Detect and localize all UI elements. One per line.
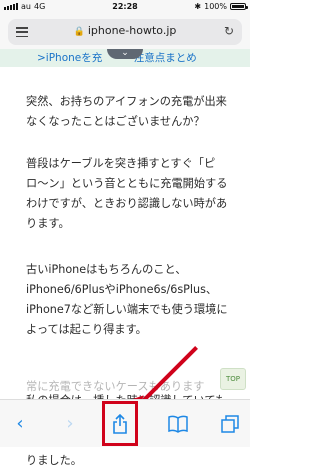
battery-percent: 100% — [204, 2, 227, 11]
share-button-highlight — [102, 401, 138, 446]
scroll-top-button[interactable]: TOP — [220, 368, 246, 390]
lock-icon: 🔒 — [73, 27, 85, 37]
tabs-button[interactable] — [210, 400, 250, 447]
forward-button[interactable]: › — [50, 400, 90, 447]
bluetooth-icon: ✱ — [194, 2, 202, 11]
url-text: iphone-howto.jp — [87, 24, 177, 37]
chevron-right-icon: › — [66, 413, 74, 434]
url-field[interactable]: 🔒 iphone-howto.jp ↻ — [8, 19, 242, 45]
article-banner: >iPhoneを充 注意点まとめ ⌄ — [0, 49, 250, 67]
status-bar: au 4G 22:28 ✱ 100% — [0, 0, 250, 15]
bookmarks-button[interactable] — [158, 400, 198, 447]
tabs-icon — [221, 414, 239, 433]
address-bar: 🔒 iphone-howto.jp ↻ — [0, 15, 250, 50]
paragraph-2: 普段はケーブルを突き挿すとすぐ「ピロ〜ン」という音とともに充電開始するわけですが… — [26, 157, 228, 230]
back-button[interactable]: ‹ — [0, 400, 40, 447]
paragraph-1: 突然、お持ちのアイフォンの充電が出来なくなったことはございませんか？ — [26, 95, 227, 128]
paragraph-3: 古いiPhoneはもちろんのこと、iPhone6/6PlusやiPhone6s/… — [26, 263, 228, 336]
status-right: ✱ 100% — [194, 2, 248, 11]
url-display[interactable]: 🔒 iphone-howto.jp — [8, 24, 242, 37]
book-icon — [168, 415, 188, 433]
browser-toolbar: ‹ › — [0, 399, 250, 447]
cutoff-line: 常に充電できないケースもあります — [26, 380, 205, 393]
chevron-left-icon: ‹ — [16, 413, 24, 434]
battery-icon — [230, 3, 248, 10]
chevron-down-icon[interactable]: ⌄ — [107, 49, 143, 59]
reload-icon[interactable]: ↻ — [224, 24, 234, 38]
